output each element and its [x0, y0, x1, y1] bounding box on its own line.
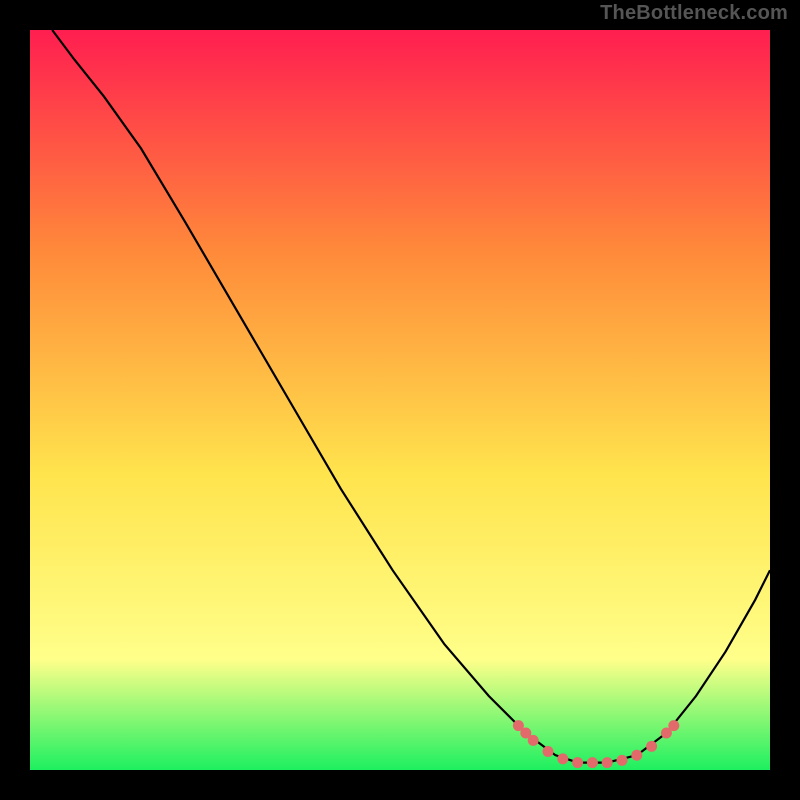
gradient-background	[30, 30, 770, 770]
optimal-marker-dot	[602, 757, 613, 768]
optimal-marker-dot	[557, 753, 568, 764]
chart-plot-area	[30, 30, 770, 770]
optimal-marker-dot	[646, 741, 657, 752]
optimal-marker-dot	[543, 746, 554, 757]
chart-svg	[30, 30, 770, 770]
chart-stage: TheBottleneck.com	[0, 0, 800, 800]
optimal-marker-dot	[668, 720, 679, 731]
watermark-text: TheBottleneck.com	[600, 2, 788, 25]
optimal-marker-dot	[617, 755, 628, 766]
optimal-marker-dot	[572, 757, 583, 768]
optimal-marker-dot	[587, 757, 598, 768]
optimal-marker-dot	[631, 750, 642, 761]
optimal-marker-dot	[528, 735, 539, 746]
